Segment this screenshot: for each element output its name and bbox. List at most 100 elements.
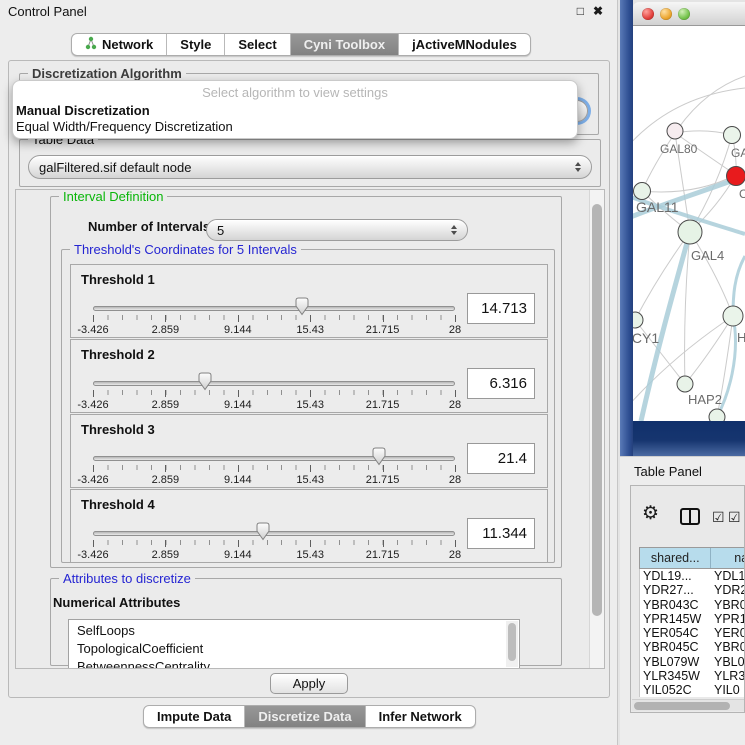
gear-icon[interactable]: ⚙	[642, 504, 659, 523]
slider-tick-labels: -3.4262.8599.14415.4321.71528	[93, 522, 455, 562]
threshold-value-field[interactable]: 11.344	[467, 518, 535, 549]
horizontal-scrollbar[interactable]	[632, 699, 745, 711]
slider-thumb[interactable]	[294, 297, 309, 316]
slider-tick-labels: -3.4262.8599.14415.4321.71528	[93, 372, 455, 412]
table-cell[interactable]: YDR2	[712, 583, 745, 597]
node-gal4[interactable]	[678, 220, 702, 244]
threshold-slider[interactable]: -3.4262.8599.14415.4321.71528	[93, 372, 455, 412]
menu-item-equal-width-frequency[interactable]: Equal Width/Frequency Discretization	[13, 118, 577, 134]
tab-cyni-toolbox[interactable]: Cyni Toolbox	[291, 34, 399, 55]
table-row[interactable]: YER054C YER0	[640, 626, 745, 640]
threshold-slider[interactable]: -3.4262.8599.14415.4321.71528	[93, 447, 455, 487]
node-gal80[interactable]	[667, 123, 683, 139]
tab-impute-data[interactable]: Impute Data	[144, 706, 245, 727]
threshold-box: Threshold 3 -3.4262.8599.14415.4321.7152…	[70, 414, 548, 488]
node[interactable]	[709, 409, 725, 421]
thresholds-group: Threshold's Coordinates for 5 Intervals …	[61, 249, 555, 563]
columns-icon[interactable]	[680, 508, 700, 525]
tab-jactivemnodules[interactable]: jActiveMNodules	[399, 34, 530, 55]
node-gal11[interactable]	[634, 183, 651, 200]
table-cell[interactable]: YDL19...	[640, 569, 712, 583]
node-red[interactable]	[727, 167, 745, 186]
table-cell[interactable]: YER054C	[640, 626, 712, 640]
table-cell[interactable]: YPR145W	[640, 612, 712, 626]
list-item[interactable]: SelfLoops	[77, 622, 519, 640]
node-h[interactable]	[723, 306, 743, 326]
column-header[interactable]: shared...	[640, 548, 711, 568]
slider-thumb[interactable]	[371, 447, 386, 466]
list-item[interactable]: TopologicalCoefficient	[77, 640, 519, 658]
tab-cyni-toolbox-label: Cyni Toolbox	[304, 37, 385, 52]
vertical-scrollbar[interactable]	[589, 190, 604, 668]
table-row[interactable]: YPR145W YPR1	[640, 612, 745, 626]
float-window-icon[interactable]: □	[577, 5, 584, 17]
table-row[interactable]: YBL079W YBL0	[640, 655, 745, 669]
control-panel-tab-bar: Network Style Select Cyni Toolbox jActiv…	[71, 33, 531, 56]
close-window-icon[interactable]: ✖	[593, 5, 603, 17]
slider-tick-label: 9.144	[224, 399, 252, 411]
slider-tick-label: -3.426	[77, 474, 108, 486]
table-cell[interactable]: YDR27...	[640, 583, 712, 597]
tab-infer-network[interactable]: Infer Network	[366, 706, 475, 727]
tab-impute-data-label: Impute Data	[157, 709, 231, 724]
scrollbar-thumb[interactable]	[634, 702, 730, 710]
threshold-value-field[interactable]: 21.4	[467, 443, 535, 474]
menu-item-manual-discretization[interactable]: Manual Discretization	[13, 102, 577, 118]
table-cell[interactable]: YIL0	[712, 683, 745, 697]
zoom-traffic-light-icon[interactable]	[678, 8, 690, 20]
node-label-partial: GA	[731, 146, 745, 160]
table-row[interactable]: YBR043C YBR0	[640, 598, 745, 612]
table-cell[interactable]: YBL079W	[640, 655, 712, 669]
tab-network[interactable]: Network	[72, 34, 167, 55]
apply-button[interactable]: Apply	[270, 673, 348, 694]
table-row[interactable]: YIL052C YIL0	[640, 683, 745, 697]
node-gcy1[interactable]	[633, 312, 643, 328]
close-traffic-light-icon[interactable]	[642, 8, 654, 20]
slider-major-tick	[455, 390, 456, 397]
scrollbar-thumb[interactable]	[592, 204, 602, 616]
table-cell[interactable]: YBR045C	[640, 640, 712, 654]
threshold-value-field[interactable]: 6.316	[467, 368, 535, 399]
slider-thumb[interactable]	[198, 372, 213, 391]
threshold-slider[interactable]: -3.4262.8599.14415.4321.71528	[93, 522, 455, 562]
table-cell[interactable]: YBL0	[712, 655, 745, 669]
table-cell[interactable]: YLR3	[712, 669, 745, 683]
node-hap2[interactable]	[677, 376, 693, 392]
node[interactable]	[724, 127, 741, 144]
table-cell[interactable]: YBR0	[712, 640, 745, 654]
unselect-all-checkbox-icon[interactable]: ☑	[728, 510, 741, 524]
threshold-value-field[interactable]: 14.713	[467, 293, 535, 324]
slider-tick-label: 9.144	[224, 474, 252, 486]
list-scrollbar[interactable]	[506, 621, 518, 667]
table-cell[interactable]: YER0	[712, 626, 745, 640]
tab-style[interactable]: Style	[167, 34, 225, 55]
network-canvas[interactable]: GAL80 GA C GAL11 GAL4 GCY1 H HAP2	[633, 26, 745, 421]
control-panel-titlebar: Control Panel □ ✖	[0, 0, 617, 22]
column-header[interactable]: na	[711, 548, 745, 568]
table-data-select[interactable]: galFiltered.sif default node	[28, 155, 592, 179]
table-cell[interactable]: YLR345W	[640, 669, 712, 683]
table-cell[interactable]: YIL052C	[640, 683, 712, 697]
table-cell[interactable]: YPR1	[712, 612, 745, 626]
slider-tick-label: 28	[449, 549, 461, 561]
table-row[interactable]: YBR045C YBR0	[640, 640, 745, 654]
slider-major-tick	[455, 465, 456, 472]
table-row[interactable]: YLR345W YLR3	[640, 669, 745, 683]
table-cell[interactable]: YDL1	[712, 569, 745, 583]
table-row[interactable]: YDR27... YDR2	[640, 583, 745, 597]
numerical-attributes-list[interactable]: SelfLoops TopologicalCoefficient Between…	[68, 619, 520, 669]
list-item[interactable]: BetweennessCentrality	[77, 658, 519, 669]
number-of-intervals-select[interactable]: 5	[206, 219, 468, 241]
network-view-window: GAL80 GA C GAL11 GAL4 GCY1 H HAP2	[620, 0, 745, 456]
table-row[interactable]: YDL19... YDL1	[640, 569, 745, 583]
node-table: shared... na YDL19... YDL1 YDR27... YDR2…	[639, 547, 745, 697]
select-all-checkbox-icon[interactable]: ☑	[712, 510, 725, 524]
minimize-traffic-light-icon[interactable]	[660, 8, 672, 20]
slider-thumb[interactable]	[256, 522, 271, 541]
threshold-slider[interactable]: -3.4262.8599.14415.4321.71528	[93, 297, 455, 337]
table-cell[interactable]: YBR0	[712, 598, 745, 612]
number-of-intervals-value: 5	[217, 223, 224, 238]
tab-discretize-data[interactable]: Discretize Data	[245, 706, 365, 727]
table-cell[interactable]: YBR043C	[640, 598, 712, 612]
tab-select[interactable]: Select	[225, 34, 290, 55]
